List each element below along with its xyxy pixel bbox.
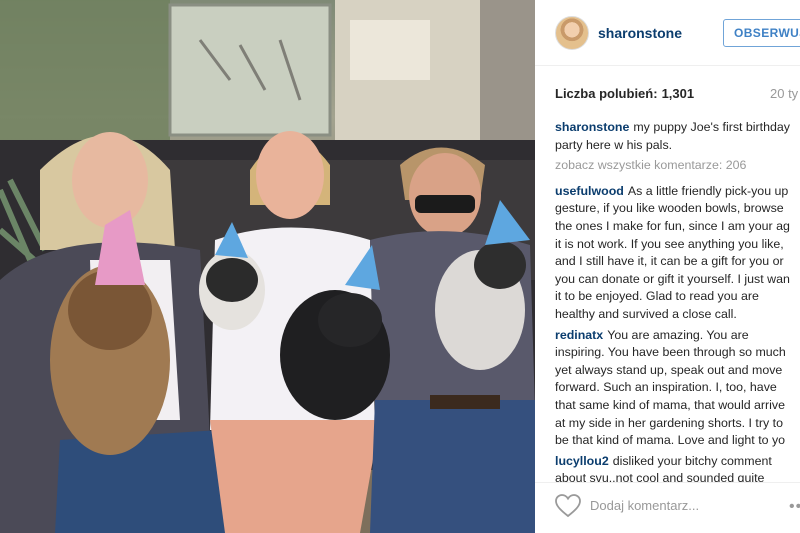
avatar[interactable] [555,16,589,50]
comment-item: redinatx You are amazing. You are inspiri… [555,327,786,448]
comment-bar: Dodaj komentarz... ••• [535,482,800,533]
comment-username[interactable]: usefulwood [555,184,624,198]
heart-outline-icon[interactable] [555,494,581,518]
add-comment-input[interactable]: Dodaj komentarz... [590,498,699,513]
comment-username[interactable]: lucyllou2 [555,454,609,468]
likes-count[interactable]: Liczba polubień: 1,301 [555,86,800,101]
post-age[interactable]: 20 ty [770,86,798,101]
post-photo[interactable] [0,0,535,533]
post-header: sharonstone OBSERWUJ [535,0,800,66]
caption-username[interactable]: sharonstone [555,120,629,134]
caption-line: sharonstone my puppy Joe's first birthday [555,120,790,134]
post-sidebar: sharonstone OBSERWUJ Liczba polubień: 1,3… [535,0,800,533]
caption-line: party here w his pals. [555,137,673,152]
comment-username[interactable]: redinatx [555,328,603,342]
caption: sharonstone my puppy Joe's first birthday… [555,119,800,154]
ellipsis-icon[interactable]: ••• [789,498,800,516]
view-all-comments-link[interactable]: zobacz wszystkie komentarze: 206 [555,157,800,175]
likes-label: Liczba polubień: [555,86,658,101]
username-link[interactable]: sharonstone [598,25,682,41]
follow-button[interactable]: OBSERWUJ [723,19,800,47]
photo-illustration [0,0,535,533]
likes-value: 1,301 [661,86,695,101]
comment-item: usefulwood As a little friendly pick-you … [555,183,790,321]
comments-list: sharonstone my puppy Joe's first birthday… [555,119,800,508]
